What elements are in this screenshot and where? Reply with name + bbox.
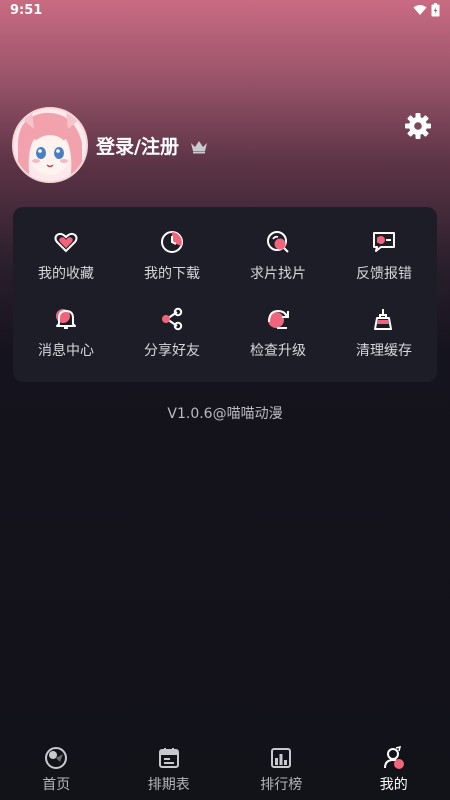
menu-item-label: 我的收藏 (38, 265, 94, 282)
nav-item-home[interactable]: 首页 (0, 746, 112, 794)
login-register-link[interactable]: 登录/注册 (96, 132, 179, 159)
version-text: V1.0.6@喵喵动漫 (167, 406, 283, 422)
home-icon (45, 747, 68, 769)
menu-item-upgrade[interactable]: 检查升级 (225, 295, 331, 373)
nav-label: 排行榜 (260, 777, 303, 793)
menu-item-label: 反馈报错 (356, 265, 412, 282)
nav-label: 我的 (379, 777, 408, 793)
anime-avatar-image (14, 109, 86, 181)
search-film-icon (267, 230, 289, 253)
menu-item-downloads[interactable]: 我的下载 (119, 217, 225, 295)
profile-icon (383, 746, 404, 769)
nav-item-mine[interactable]: 我的 (338, 746, 450, 794)
download-clock-icon (161, 230, 183, 253)
menu-item-clear-cache[interactable]: 清理缓存 (331, 295, 437, 373)
ranking-icon (271, 748, 292, 768)
menu-item-label: 清理缓存 (356, 343, 412, 360)
menu-item-label: 消息中心 (38, 343, 94, 360)
wifi-icon (413, 5, 427, 15)
gear-icon (405, 113, 431, 139)
menu-item-request-film[interactable]: 求片找片 (225, 217, 331, 295)
status-icons (413, 3, 440, 17)
menu-item-favorites[interactable]: 我的收藏 (13, 217, 119, 295)
nav-label: 首页 (42, 777, 71, 793)
heart-icon (54, 232, 78, 253)
crown-icon (190, 141, 207, 154)
bell-icon (56, 309, 76, 330)
upgrade-icon (268, 310, 289, 330)
avatar[interactable] (12, 107, 88, 183)
menu-item-feedback[interactable]: 反馈报错 (331, 217, 437, 295)
broom-icon (374, 309, 392, 331)
feedback-icon (373, 231, 395, 252)
profile-section[interactable]: 登录/注册 (12, 107, 209, 183)
calendar-icon (158, 748, 179, 768)
battery-icon (431, 3, 440, 17)
menu-item-label: 检查升级 (250, 343, 306, 360)
nav-label: 排期表 (147, 777, 190, 793)
menu-item-label: 分享好友 (144, 343, 200, 360)
share-icon (162, 308, 183, 331)
menu-item-label: 求片找片 (250, 265, 306, 282)
menu-item-share[interactable]: 分享好友 (119, 295, 225, 373)
menu-item-messages[interactable]: 消息中心 (13, 295, 119, 373)
nav-item-ranking[interactable]: 排行榜 (225, 746, 337, 794)
status-bar: 9:51 (0, 0, 450, 20)
nav-item-schedule[interactable]: 排期表 (113, 746, 225, 794)
bottom-nav: 首页 排期表 排行榜 我的 (0, 740, 450, 800)
menu-item-label: 我的下载 (144, 265, 200, 282)
settings-button[interactable] (403, 111, 433, 141)
status-time: 9:51 (10, 2, 43, 18)
menu-card: 我的收藏 我的下载 求片找片 反馈报错 消息中心 分享好友 检查升级 清理缓存 (13, 207, 437, 382)
